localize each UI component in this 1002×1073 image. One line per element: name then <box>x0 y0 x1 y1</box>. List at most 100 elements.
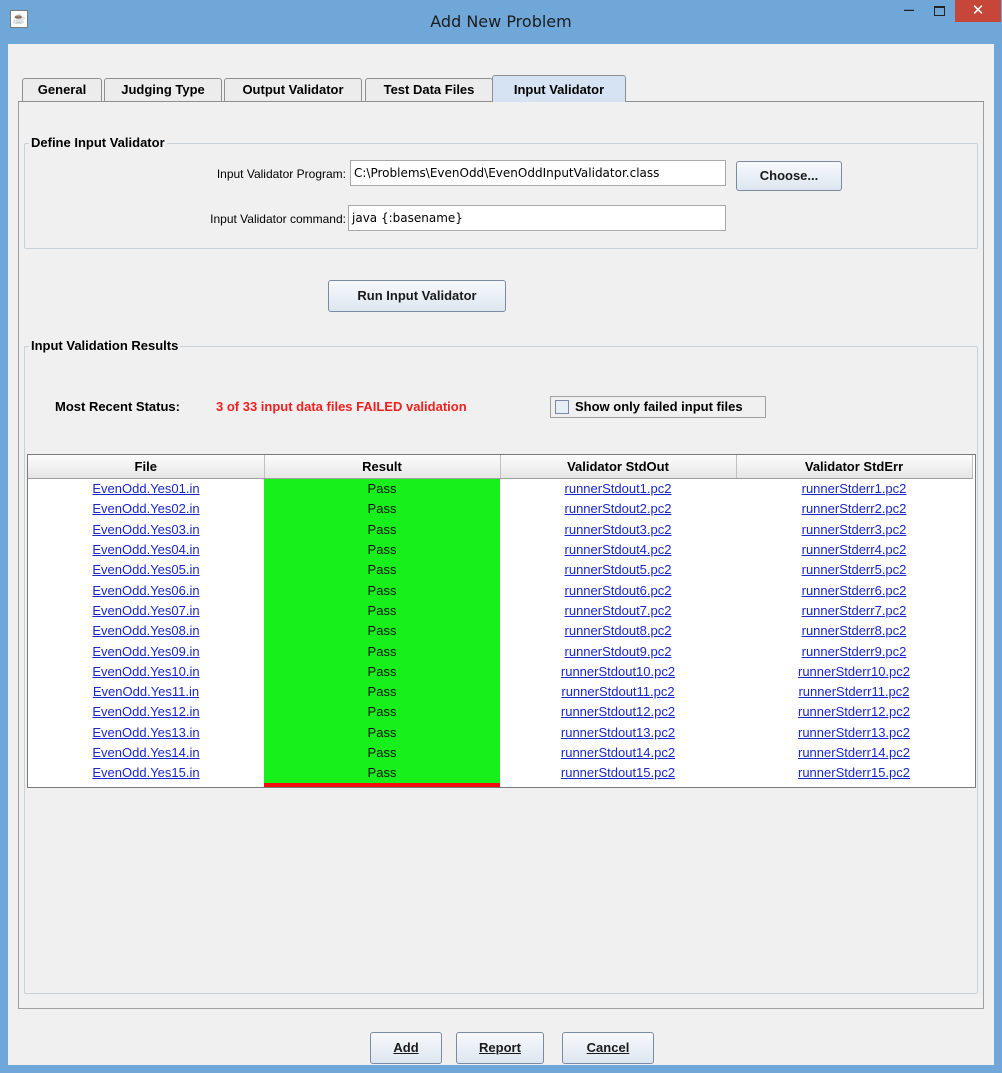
stderr-link[interactable]: runnerStderr2.pc2 <box>802 501 907 516</box>
file-link[interactable]: EvenOdd.Yes13.in <box>92 725 199 740</box>
stderr-cell[interactable]: runnerStderr3.pc2 <box>736 519 972 539</box>
table-row[interactable]: EvenOdd.Yes14.in Pass runnerStdout14.pc2 ru… <box>28 742 972 763</box>
file-link[interactable]: EvenOdd.Yes08.in <box>92 623 199 638</box>
stderr-link[interactable]: runnerStderr9.pc2 <box>802 644 907 659</box>
file-link[interactable]: EvenOdd.Yes14.in <box>92 745 199 760</box>
stderr-link[interactable]: runnerStderr14.pc2 <box>798 745 910 760</box>
file-link[interactable]: EvenOdd.Yes11.in <box>93 684 199 699</box>
table-row[interactable]: EvenOdd.Yes15.in Pass runnerStdout15.pc2 ru… <box>28 762 972 783</box>
file-link[interactable]: EvenOdd.Yes03.in <box>92 522 199 537</box>
stderr-link[interactable]: runnerStderr12.pc2 <box>798 704 910 719</box>
table-row[interactable]: EvenOdd.Yes09.in Pass runnerStdout9.pc2 run… <box>28 640 972 662</box>
stdout-cell[interactable]: runnerStdout10.pc2 <box>500 661 736 681</box>
stdout-cell[interactable]: runnerStdout1.pc2 <box>500 478 736 499</box>
cancel-button[interactable]: Cancel <box>562 1032 654 1064</box>
minimize-button[interactable]: – <box>894 0 924 22</box>
stderr-link[interactable]: runnerStderr10.pc2 <box>798 664 910 679</box>
file-link[interactable]: EvenOddIllegalInput1.in <box>77 786 215 787</box>
column-header-stdout[interactable]: Validator StdOut <box>500 455 737 479</box>
file-cell[interactable]: EvenOddIllegalInput1.in <box>28 783 264 787</box>
stdout-link[interactable]: runnerStdout3.pc2 <box>565 522 672 537</box>
table-row[interactable]: EvenOdd.Yes08.in Pass runnerStdout8.pc2 run… <box>28 620 972 641</box>
file-link[interactable]: EvenOdd.Yes07.in <box>92 603 199 618</box>
stderr-link[interactable]: runnerStderr16.pc2 <box>798 786 910 787</box>
file-link[interactable]: EvenOdd.Yes04.in <box>92 542 199 557</box>
stderr-link[interactable]: runnerStderr13.pc2 <box>798 725 910 740</box>
table-row[interactable]: EvenOdd.Yes11.in Pass runnerStdout11.pc2 ru… <box>28 681 972 702</box>
stderr-link[interactable]: runnerStderr8.pc2 <box>802 623 907 638</box>
stderr-cell[interactable]: runnerStderr7.pc2 <box>736 600 972 620</box>
stdout-cell[interactable]: runnerStdout12.pc2 <box>500 702 736 722</box>
file-cell[interactable]: EvenOdd.Yes04.in <box>28 539 264 559</box>
stdout-cell[interactable]: runnerStdout3.pc2 <box>500 519 736 539</box>
file-link[interactable]: EvenOdd.Yes01.in <box>92 481 199 496</box>
table-row[interactable]: EvenOdd.Yes04.in Pass runnerStdout4.pc2 run… <box>28 539 972 560</box>
table-row[interactable]: EvenOdd.Yes13.in Pass runnerStdout13.pc2 ru… <box>28 722 972 743</box>
stdout-link[interactable]: runnerStdout2.pc2 <box>565 501 672 516</box>
stderr-cell[interactable]: runnerStderr10.pc2 <box>736 661 972 681</box>
file-cell[interactable]: EvenOdd.Yes10.in <box>28 661 264 681</box>
file-cell[interactable]: EvenOdd.Yes05.in <box>28 560 264 580</box>
stdout-link[interactable]: runnerStdout1.pc2 <box>565 481 672 496</box>
stdout-link[interactable]: runnerStdout11.pc2 <box>561 684 674 699</box>
run-input-validator-button[interactable]: Run Input Validator <box>328 280 506 312</box>
file-link[interactable]: EvenOdd.Yes05.in <box>92 562 199 577</box>
stdout-link[interactable]: runnerStdout13.pc2 <box>561 725 675 740</box>
table-row[interactable]: EvenOdd.Yes12.in Pass runnerStdout12.pc2 ru… <box>28 701 972 723</box>
file-cell[interactable]: EvenOdd.Yes07.in <box>28 600 264 620</box>
tab-input-validator[interactable]: Input Validator <box>492 75 626 102</box>
stdout-cell[interactable]: runnerStdout7.pc2 <box>500 600 736 620</box>
stdout-cell[interactable]: runnerStdout5.pc2 <box>500 560 736 580</box>
stdout-link[interactable]: runnerStdout4.pc2 <box>565 542 672 557</box>
stderr-cell[interactable]: runnerStderr14.pc2 <box>736 742 972 762</box>
stdout-link[interactable]: runnerStdout5.pc2 <box>565 562 672 577</box>
file-cell[interactable]: EvenOdd.Yes12.in <box>28 702 264 722</box>
stdout-cell[interactable]: runnerStdout13.pc2 <box>500 722 736 742</box>
stderr-link[interactable]: runnerStderr5.pc2 <box>802 562 907 577</box>
stderr-cell[interactable]: runnerStderr6.pc2 <box>736 580 972 600</box>
choose-button[interactable]: Choose... <box>736 161 842 191</box>
file-cell[interactable]: EvenOdd.Yes14.in <box>28 742 264 762</box>
stdout-link[interactable]: runnerStdout7.pc2 <box>565 603 672 618</box>
stdout-link[interactable]: runnerStdout14.pc2 <box>561 745 675 760</box>
tab-judging-type[interactable]: Judging Type <box>104 78 222 101</box>
stdout-link[interactable]: runnerStdout6.pc2 <box>565 583 672 598</box>
tab-test-data-files[interactable]: Test Data Files <box>365 78 493 101</box>
file-link[interactable]: EvenOdd.Yes06.in <box>92 583 199 598</box>
file-cell[interactable]: EvenOdd.Yes15.in <box>28 763 264 783</box>
close-button[interactable]: ✕ <box>955 0 1001 22</box>
stderr-link[interactable]: runnerStderr6.pc2 <box>802 583 907 598</box>
file-cell[interactable]: EvenOdd.Yes03.in <box>28 519 264 539</box>
table-row[interactable]: EvenOdd.Yes01.in Pass runnerStdout1.pc2 run… <box>28 478 972 499</box>
file-link[interactable]: EvenOdd.Yes10.in <box>92 664 199 679</box>
stderr-cell[interactable]: runnerStderr8.pc2 <box>736 621 972 641</box>
file-link[interactable]: EvenOdd.Yes09.in <box>92 644 199 659</box>
table-row[interactable]: EvenOdd.Yes05.in Pass runnerStdout5.pc2 run… <box>28 559 972 580</box>
file-cell[interactable]: EvenOdd.Yes02.in <box>28 499 264 519</box>
table-row[interactable]: EvenOdd.Yes06.in Pass runnerStdout6.pc2 run… <box>28 579 972 601</box>
stderr-cell[interactable]: runnerStderr15.pc2 <box>736 763 972 783</box>
stderr-cell[interactable]: runnerStderr9.pc2 <box>736 641 972 661</box>
tab-output-validator[interactable]: Output Validator <box>224 78 362 101</box>
file-link[interactable]: EvenOdd.Yes02.in <box>92 501 199 516</box>
stderr-link[interactable]: runnerStderr15.pc2 <box>798 765 910 780</box>
stdout-cell[interactable]: runnerStdout2.pc2 <box>500 499 736 519</box>
stderr-link[interactable]: runnerStderr3.pc2 <box>802 522 907 537</box>
stderr-cell[interactable]: runnerStderr11.pc2 <box>736 681 972 701</box>
add-button[interactable]: Add <box>370 1032 442 1064</box>
stdout-cell[interactable]: runnerStdout14.pc2 <box>500 742 736 762</box>
file-cell[interactable]: EvenOdd.Yes13.in <box>28 722 264 742</box>
stderr-link[interactable]: runnerStderr4.pc2 <box>802 542 907 557</box>
report-button[interactable]: Report <box>456 1032 544 1064</box>
command-field[interactable]: java {:basename} <box>348 205 726 231</box>
table-row[interactable]: EvenOdd.Yes10.in Pass runnerStdout10.pc2 ru… <box>28 661 972 682</box>
stderr-cell[interactable]: runnerStderr16.pc2 <box>736 783 972 787</box>
stderr-link[interactable]: runnerStderr1.pc2 <box>802 481 907 496</box>
stderr-cell[interactable]: runnerStderr2.pc2 <box>736 499 972 519</box>
stderr-cell[interactable]: runnerStderr4.pc2 <box>736 539 972 559</box>
stdout-cell[interactable]: runnerStdout9.pc2 <box>500 641 736 661</box>
column-header-result[interactable]: Result <box>264 455 501 479</box>
stdout-cell[interactable]: runnerStdout15.pc2 <box>500 763 736 783</box>
table-row[interactable]: EvenOdd.Yes03.in Pass runnerStdout3.pc2 run… <box>28 519 972 540</box>
stdout-link[interactable]: runnerStdout15.pc2 <box>561 765 675 780</box>
